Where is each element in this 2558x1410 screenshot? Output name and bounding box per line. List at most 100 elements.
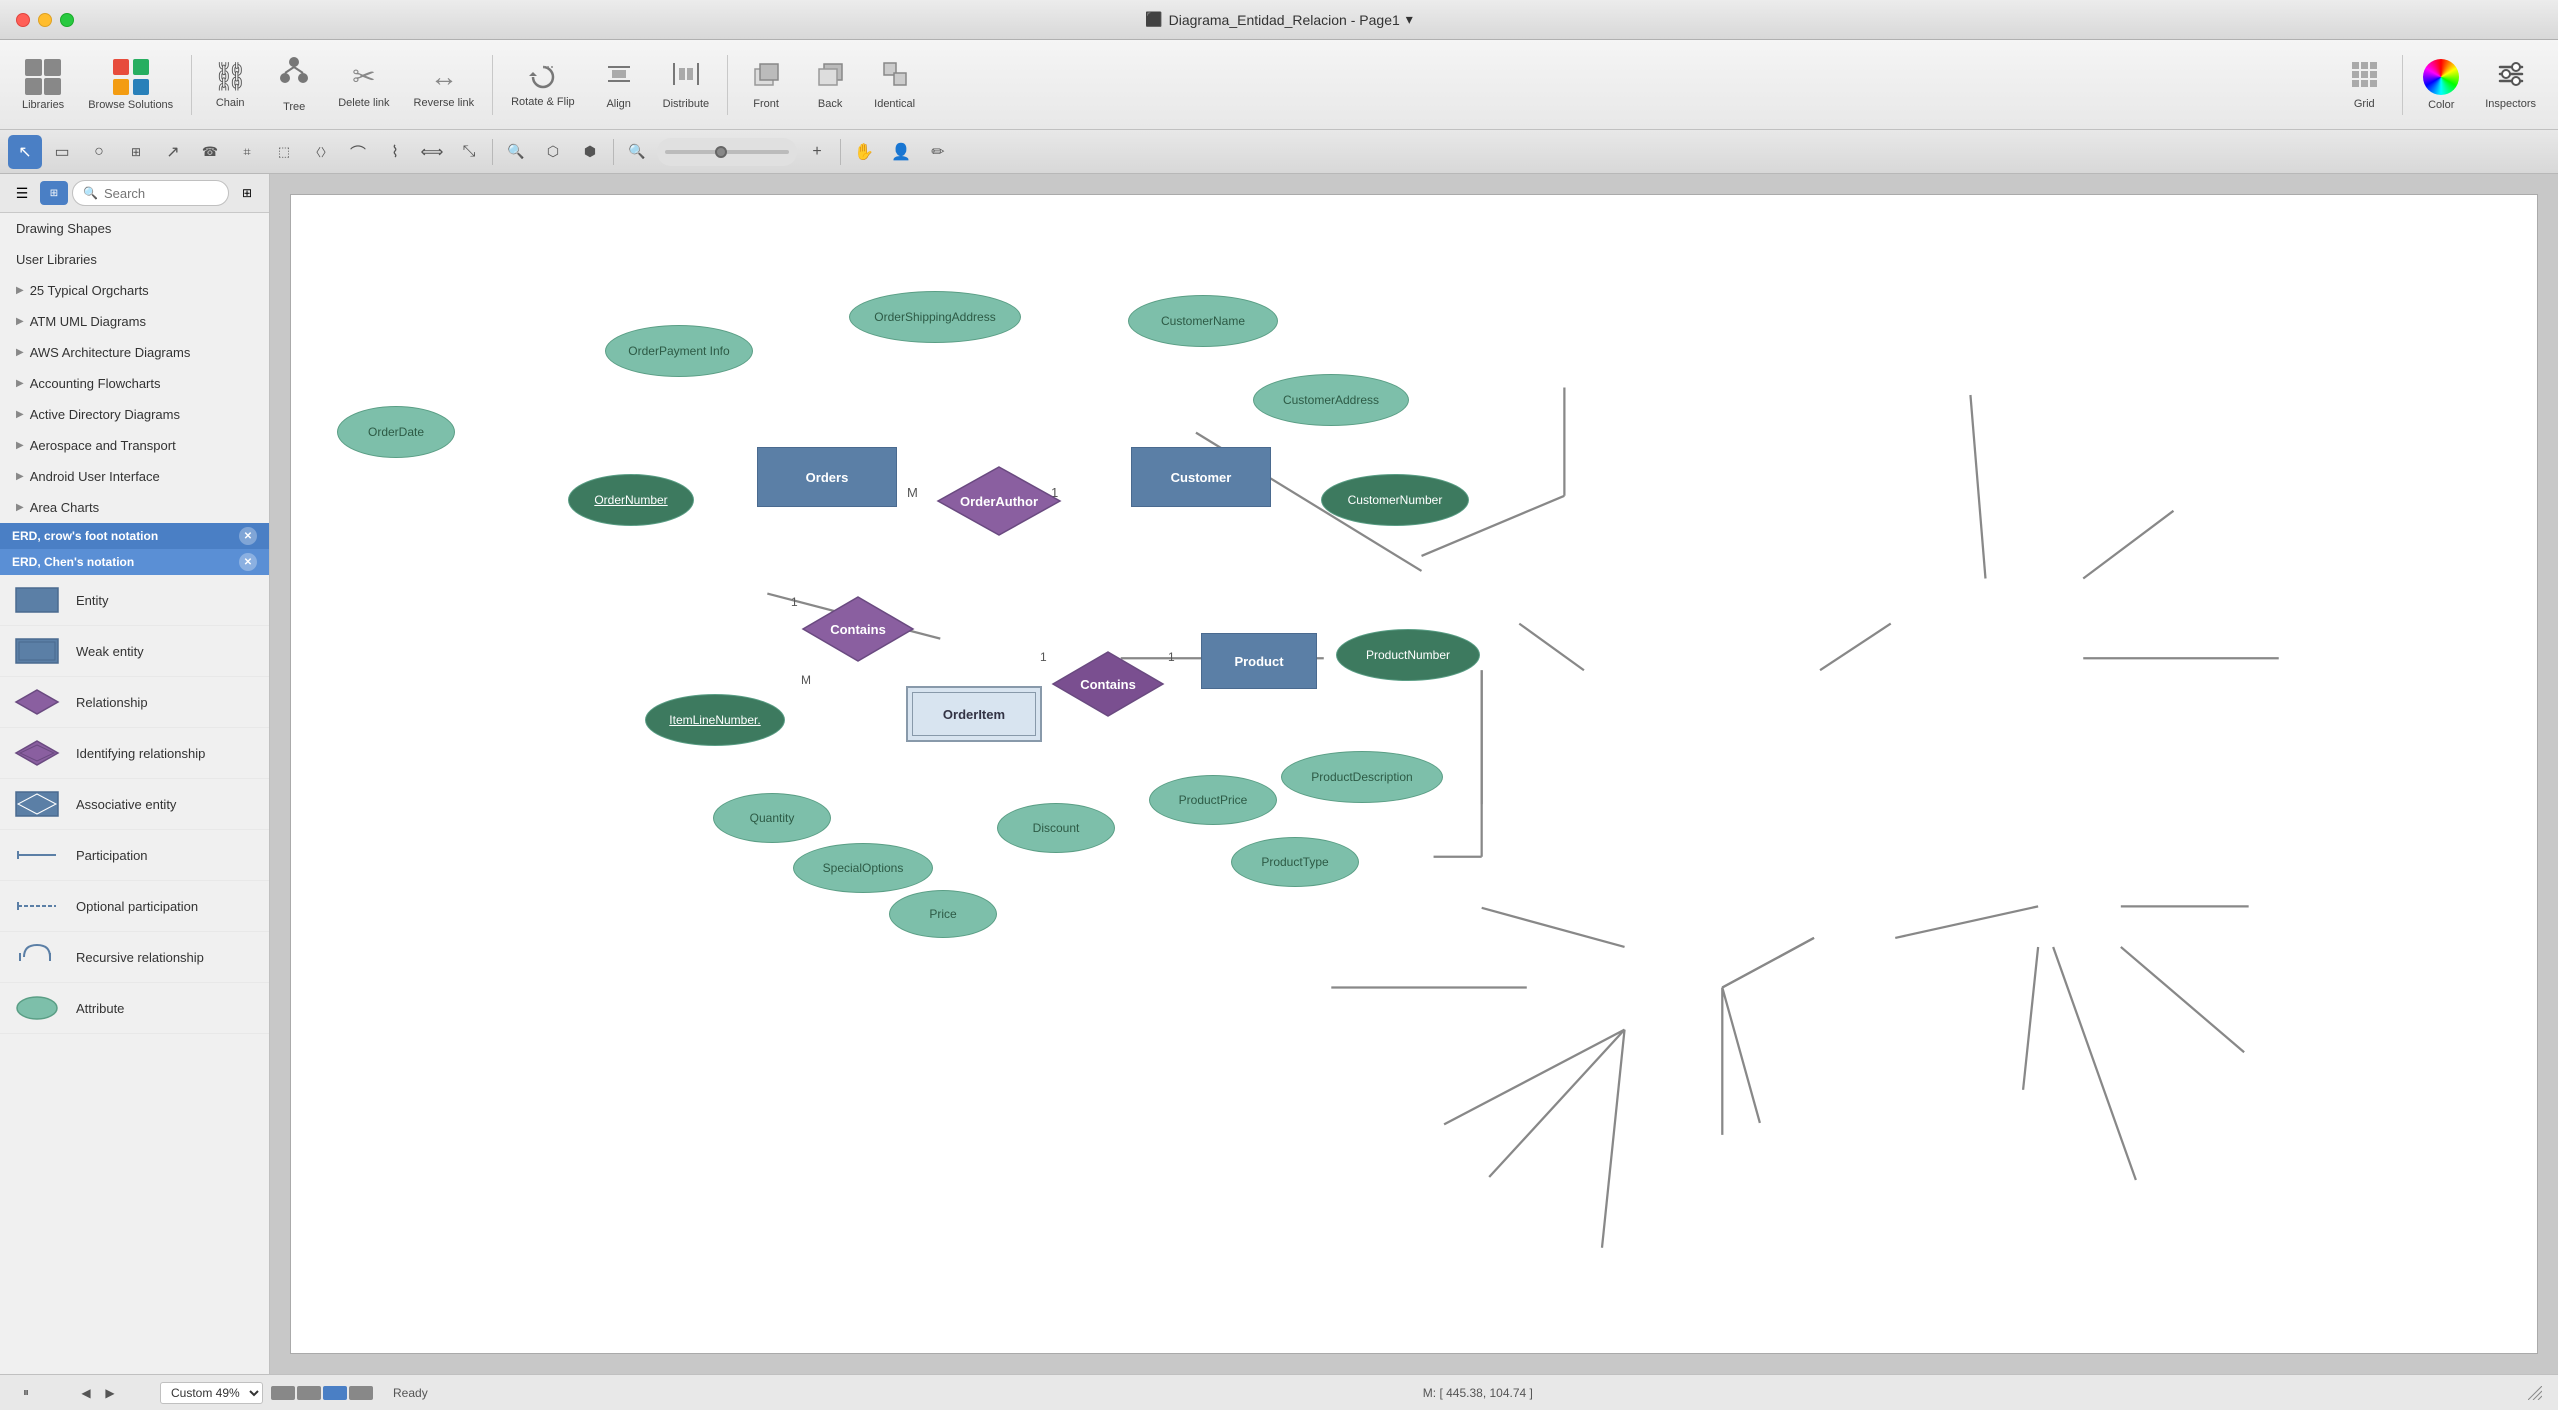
node-orderauthor[interactable]: OrderAuthor	[936, 465, 1062, 537]
tool-pan[interactable]: ✋	[847, 135, 881, 169]
erd-chen-close[interactable]: ✕	[239, 553, 257, 571]
node-productnumber[interactable]: ProductNumber	[1336, 629, 1480, 681]
sidebar-item-aerospace[interactable]: ▶ Aerospace and Transport	[0, 430, 269, 461]
toolbar-inspectors[interactable]: Inspectors	[2475, 53, 2546, 116]
page-indicator-1[interactable]	[271, 1386, 295, 1400]
node-specialoptions[interactable]: SpecialOptions	[793, 843, 933, 893]
zoom-dropdown[interactable]: Custom 49%	[160, 1382, 263, 1404]
sidebar-item-android[interactable]: ▶ Android User Interface	[0, 461, 269, 492]
canvas[interactable]: OrderDate OrderPayment Info OrderShippin…	[290, 194, 2538, 1354]
next-page-button[interactable]: ▶	[100, 1383, 120, 1403]
node-ordershipping[interactable]: OrderShippingAddress	[849, 291, 1021, 343]
shape-item-recursive-relationship[interactable]: Recursive relationship	[0, 932, 269, 983]
erd-crow-section[interactable]: ERD, crow's foot notation ✕	[0, 523, 269, 549]
shape-item-participation[interactable]: Participation	[0, 830, 269, 881]
toolbar-browse[interactable]: Browse Solutions	[78, 53, 183, 117]
node-ordernumber[interactable]: OrderNumber	[568, 474, 694, 526]
node-customernumber[interactable]: CustomerNumber	[1321, 474, 1469, 526]
node-orderitem[interactable]: OrderItem	[906, 686, 1042, 742]
node-producttype[interactable]: ProductType	[1231, 837, 1359, 887]
tool-hex2[interactable]: ⬢	[573, 135, 607, 169]
tool-pen[interactable]: ✏	[921, 135, 955, 169]
tool-curve[interactable]: ⌒	[341, 135, 375, 169]
tool-zoom-plus[interactable]: +	[800, 135, 834, 169]
sidebar-item-orgcharts[interactable]: ▶ 25 Typical Orgcharts	[0, 275, 269, 306]
node-customer[interactable]: Customer	[1131, 447, 1271, 507]
page-indicator-2[interactable]	[297, 1386, 321, 1400]
prev-page-button[interactable]: ◀	[76, 1383, 96, 1403]
tool-dashed-rect[interactable]: ⬚	[267, 135, 301, 169]
sidebar-list-view[interactable]: ☰	[8, 181, 36, 205]
erd-chen-section[interactable]: ERD, Chen's notation ✕	[0, 549, 269, 575]
page-indicator-4[interactable]	[349, 1386, 373, 1400]
toolbar-tree[interactable]: Tree	[264, 50, 324, 119]
toolbar-chain[interactable]: ⛓ Chain	[200, 54, 260, 115]
node-customeraddress[interactable]: CustomerAddress	[1253, 374, 1409, 426]
node-productdescription[interactable]: ProductDescription	[1281, 751, 1443, 803]
tool-diagonal[interactable]: ⤡	[452, 135, 486, 169]
toolbar-back[interactable]: Back	[800, 53, 860, 116]
tool-select[interactable]: ↖	[8, 135, 42, 169]
search-box[interactable]: 🔍	[72, 180, 229, 206]
tool-ellipse[interactable]: ○	[82, 135, 116, 169]
toolbar-delete-link[interactable]: ✂ Delete link	[328, 54, 399, 115]
shape-item-optional-participation[interactable]: Optional participation	[0, 881, 269, 932]
node-itemlinenumber[interactable]: ItemLineNumber.	[645, 694, 785, 746]
tool-bidirect[interactable]: ⟺	[415, 135, 449, 169]
node-quantity[interactable]: Quantity	[713, 793, 831, 843]
sidebar-grid-view[interactable]: ⊞	[233, 181, 261, 205]
shape-item-weak-entity[interactable]: Weak entity	[0, 626, 269, 677]
tool-angle[interactable]: 〈〉	[304, 135, 338, 169]
node-productprice[interactable]: ProductPrice	[1149, 775, 1277, 825]
tool-table[interactable]: ⊞	[119, 135, 153, 169]
minimize-button[interactable]	[38, 13, 52, 27]
node-customername[interactable]: CustomerName	[1128, 295, 1278, 347]
sidebar-item-aws[interactable]: ▶ AWS Architecture Diagrams	[0, 337, 269, 368]
shape-item-associative-entity[interactable]: Associative entity	[0, 779, 269, 830]
tool-rect[interactable]: ▭	[45, 135, 79, 169]
sidebar-item-drawing-shapes[interactable]: Drawing Shapes	[0, 213, 269, 244]
node-product[interactable]: Product	[1201, 633, 1317, 689]
tool-connector[interactable]: ⌇	[378, 135, 412, 169]
page-indicator-3[interactable]	[323, 1386, 347, 1400]
toolbar-grid[interactable]: Grid	[2334, 53, 2394, 116]
toolbar-front[interactable]: Front	[736, 53, 796, 116]
toolbar-distribute[interactable]: Distribute	[653, 53, 719, 116]
toolbar-rotate-flip[interactable]: Rotate & Flip	[501, 56, 585, 114]
tool-person[interactable]: 👤	[884, 135, 918, 169]
resize-handle[interactable]	[2528, 1386, 2542, 1400]
search-input[interactable]	[104, 186, 218, 201]
sidebar-item-user-libraries[interactable]: User Libraries	[0, 244, 269, 275]
node-contains2[interactable]: Contains	[1051, 650, 1165, 718]
tool-grid[interactable]: ⌗	[230, 135, 264, 169]
close-button[interactable]	[16, 13, 30, 27]
toolbar-reverse-link[interactable]: ↔ Reverse link	[404, 55, 485, 115]
shape-item-identifying-relationship[interactable]: Identifying relationship	[0, 728, 269, 779]
shape-item-attribute[interactable]: Attribute	[0, 983, 269, 1034]
node-orderpayment[interactable]: OrderPayment Info	[605, 325, 753, 377]
sidebar-item-atm-uml[interactable]: ▶ ATM UML Diagrams	[0, 306, 269, 337]
tool-zoom-minus[interactable]: 🔍	[620, 135, 654, 169]
sidebar-search-view[interactable]: ⊞	[40, 181, 68, 205]
shape-item-entity[interactable]: Entity	[0, 575, 269, 626]
tool-phone[interactable]: ☎	[193, 135, 227, 169]
sidebar-item-accounting[interactable]: ▶ Accounting Flowcharts	[0, 368, 269, 399]
tool-line1[interactable]: ↗	[156, 135, 190, 169]
toolbar-color[interactable]: Color	[2411, 53, 2471, 117]
pause-button[interactable]: ⏸	[16, 1383, 36, 1403]
node-price[interactable]: Price	[889, 890, 997, 938]
shape-item-relationship[interactable]: Relationship	[0, 677, 269, 728]
maximize-button[interactable]	[60, 13, 74, 27]
node-orderdate[interactable]: OrderDate	[337, 406, 455, 458]
node-contains1[interactable]: Contains	[801, 595, 915, 663]
toolbar-identical[interactable]: Identical	[864, 53, 925, 116]
zoom-slider[interactable]	[657, 138, 797, 166]
erd-crow-close[interactable]: ✕	[239, 527, 257, 545]
toolbar-libraries[interactable]: Libraries	[12, 53, 74, 117]
tool-hex1[interactable]: ⬡	[536, 135, 570, 169]
node-orders[interactable]: Orders	[757, 447, 897, 507]
sidebar-item-active-directory[interactable]: ▶ Active Directory Diagrams	[0, 399, 269, 430]
tool-zoom-in[interactable]: 🔍	[499, 135, 533, 169]
node-discount[interactable]: Discount	[997, 803, 1115, 853]
sidebar-item-area-charts[interactable]: ▶ Area Charts	[0, 492, 269, 523]
